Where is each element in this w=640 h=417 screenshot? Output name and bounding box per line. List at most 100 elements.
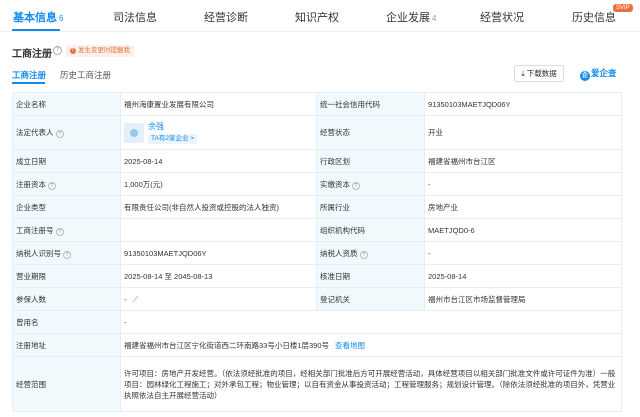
approval-date-value: 2025-08-14: [424, 264, 622, 288]
table-row: 曾用名 -: [12, 310, 622, 334]
credit-code-label: 统一社会信用代码: [316, 92, 425, 116]
reg-no-label-cell: 工商注册号?: [12, 218, 121, 242]
org-code-value: MAETJQD0-6: [424, 218, 622, 242]
taxpayer-qual-value: -: [424, 241, 622, 265]
help-icon[interactable]: ?: [359, 250, 368, 259]
table-row: 成立日期 2025-08-14 行政区划 福建省福州市台江区: [12, 149, 622, 173]
approval-date-label: 核准日期: [316, 264, 425, 288]
aiqicha-logo: 企爱企查: [580, 67, 617, 81]
address-value: 福建省福州市台江区宁化街道西二环南路33号小日楼1层390号: [124, 340, 330, 350]
industry-label: 所属行业: [316, 195, 425, 219]
avatar[interactable]: [124, 122, 144, 143]
industry-value: 房地产业: [424, 195, 622, 219]
scope-value: 许可项目：房地产开发经营。（依法须经批准的项目，经相关部门批准后方可开展经营活动…: [120, 356, 622, 412]
table-row: 企业类型 有限责任公司(非自然人投资或控股的法人独资) 所属行业 房地产业: [12, 195, 622, 219]
term-label: 营业期限: [12, 264, 121, 288]
region-value: 福建省福州市台江区: [424, 149, 622, 173]
download-icon: ⤓: [521, 69, 525, 78]
section-title: 工商注册: [12, 49, 52, 60]
change-alert-label: 发生变更时提醒我: [78, 47, 130, 54]
company-type-value: 有限责任公司(非自然人投资或控股的法人独资): [120, 195, 317, 219]
subtab-business-registration[interactable]: 工商注册: [12, 69, 46, 81]
tab-enterprise-development[interactable]: 企业发展 4: [386, 9, 436, 25]
svip-badge: SVIP: [613, 4, 633, 12]
table-row: 企业名称 福州海康置业发展有限公司 统一社会信用代码 91350103MAETJ…: [12, 92, 622, 116]
company-name-value: 福州海康置业发展有限公司: [120, 92, 317, 116]
insured-label: 参保人数: [12, 287, 121, 311]
tab-business-diagnosis[interactable]: 经营诊断: [204, 9, 248, 25]
reg-capital-label: 注册资本: [16, 179, 46, 189]
legal-rep-info: 余强 TA有2家企业 >: [148, 121, 198, 144]
help-icon[interactable]: ?: [48, 181, 56, 190]
established-value: 2025-08-14: [120, 149, 317, 173]
tab-operating-status[interactable]: 经营状况: [480, 9, 524, 25]
former-name-value: -: [120, 310, 622, 334]
taxpayer-id-label-cell: 纳税人识别号?: [12, 241, 121, 265]
download-label: 下载数据: [526, 69, 557, 78]
legal-rep-name-link[interactable]: 余强: [148, 121, 197, 132]
tab-label: 经营诊断: [204, 12, 248, 24]
paid-capital-label: 实缴资本: [320, 179, 350, 189]
legal-rep-person: 余强 TA有2家企业 >: [124, 121, 313, 144]
help-icon[interactable]: ?: [63, 250, 71, 259]
term-value: 2025-08-14 至 2045-08-13: [120, 264, 317, 288]
reg-capital-value: 1,000万(元): [120, 172, 317, 196]
view-map-link[interactable]: 查看地图: [335, 341, 365, 350]
trend-chart-icon[interactable]: ⟋: [133, 295, 139, 304]
reg-capital-label-cell: 注册资本?: [12, 172, 121, 196]
tab-count: 4: [432, 14, 437, 23]
region-label: 行政区划: [316, 149, 425, 173]
tab-label: 司法信息: [113, 12, 157, 24]
help-icon[interactable]: ?: [352, 181, 360, 190]
taxpayer-id-value: 91350103MAETJQD06Y: [120, 241, 317, 265]
help-icon[interactable]: ?: [53, 46, 62, 55]
company-type-label: 企业类型: [12, 195, 121, 219]
change-alert-button[interactable]: ! 发生变更时提醒我: [66, 45, 134, 57]
legal-rep-label-cell: 法定代表人?: [12, 115, 121, 150]
subtab-history-registration[interactable]: 历史工商注册: [60, 69, 111, 81]
logo-icon: 企: [580, 71, 590, 81]
address-label: 注册地址: [12, 333, 121, 357]
taxpayer-qual-label-cell: 纳税人资质?: [316, 241, 425, 265]
company-name-label: 企业名称: [12, 92, 121, 116]
tab-label: 基本信息: [13, 12, 57, 24]
established-label: 成立日期: [12, 149, 121, 173]
table-row: 工商注册号? 组织机构代码 MAETJQD0-6: [12, 218, 622, 242]
address-cell: 福建省福州市台江区宁化街道西二环南路33号小日楼1层390号 查看地图: [120, 333, 622, 357]
reg-no-value: [120, 218, 317, 242]
table-row: 法定代表人? 余强 TA有2家企业 > 经营状态 开业: [12, 115, 622, 150]
credit-code-value: 91350103MAETJQD06Y: [424, 92, 622, 116]
active-tab-indicator: [12, 29, 60, 31]
related-companies-tag[interactable]: TA有2家企业 >: [148, 134, 198, 144]
tab-basic-info[interactable]: 基本信息 6: [13, 9, 63, 25]
tab-judicial-info[interactable]: 司法信息: [113, 9, 157, 25]
registration-info-table: 企业名称 福州海康置业发展有限公司 统一社会信用代码 91350103MAETJ…: [12, 92, 622, 412]
paid-capital-label-cell: 实缴资本?: [316, 172, 425, 196]
table-row: 注册地址 福建省福州市台江区宁化街道西二环南路33号小日楼1层390号 查看地图: [12, 333, 622, 357]
download-data-button[interactable]: ⤓ 下载数据: [514, 65, 564, 82]
scope-label: 经营范围: [12, 356, 121, 412]
help-icon[interactable]: ?: [55, 130, 64, 138]
status-label: 经营状态: [316, 115, 425, 150]
insured-value: -: [124, 294, 127, 304]
insured-cell: - ⟋: [120, 287, 317, 311]
table-row: 注册资本? 1,000万(元) 实缴资本? -: [12, 172, 622, 196]
tab-history-info[interactable]: 历史信息: [572, 9, 616, 25]
table-row: 经营范围 许可项目：房地产开发经营。（依法须经批准的项目，经相关部门批准后方可开…: [12, 356, 622, 412]
org-code-label: 组织机构代码: [316, 218, 425, 242]
alert-icon: !: [70, 48, 76, 54]
legal-rep-label: 法定代表人: [16, 128, 54, 137]
tab-label: 知识产权: [295, 12, 339, 24]
tab-label: 经营状况: [480, 12, 524, 24]
tab-label: 历史信息: [572, 12, 616, 24]
table-row: 纳税人识别号? 91350103MAETJQD06Y 纳税人资质? -: [12, 241, 622, 265]
tab-intellectual-property[interactable]: 知识产权: [295, 9, 339, 25]
tab-count: 6: [59, 14, 64, 23]
reg-no-label: 工商注册号: [16, 225, 54, 235]
table-row: 营业期限 2025-08-14 至 2045-08-13 核准日期 2025-0…: [12, 264, 622, 288]
table-row: 参保人数 - ⟋ 登记机关 福州市台江区市场监督管理局: [12, 287, 622, 311]
authority-label: 登记机关: [316, 287, 425, 311]
top-tab-bar: 基本信息 6 司法信息 经营诊断 知识产权 企业发展 4 经营状况 历史信息 SVI…: [0, 0, 640, 32]
paid-capital-value: -: [424, 172, 622, 196]
help-icon[interactable]: ?: [55, 227, 64, 236]
